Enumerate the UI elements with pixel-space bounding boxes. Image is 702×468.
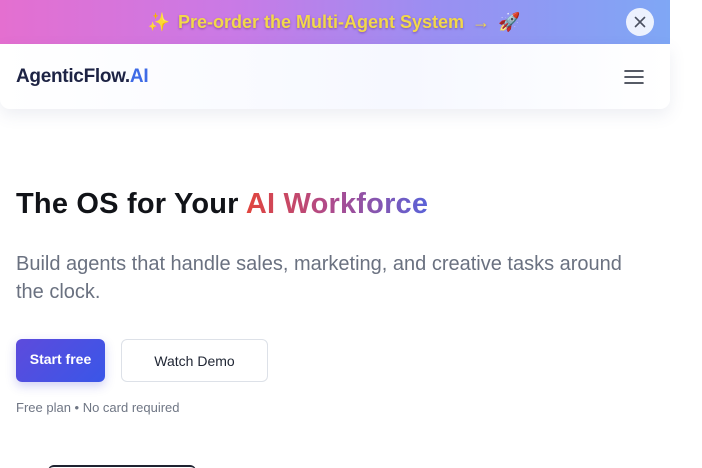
site-header: AgenticFlow. AI (0, 44, 670, 109)
hero-title-gradient: AI Workforce (245, 188, 429, 220)
arrow-right-icon: → (472, 11, 491, 32)
free-plan-note: Free plan • No card required (16, 400, 180, 415)
menu-button[interactable] (622, 65, 646, 89)
hero-subtitle: Build agents that handle sales, marketin… (16, 253, 622, 303)
logo-accent-text: AI (129, 65, 149, 87)
watch-demo-button[interactable]: Watch Demo (121, 339, 268, 382)
hamburger-menu-icon (624, 69, 644, 84)
close-icon (634, 16, 646, 28)
rocket-icon: 🚀 (498, 11, 521, 32)
preorder-banner-link[interactable]: ✨ Pre-order the Multi-Agent System → 🚀 (148, 12, 521, 33)
start-free-button[interactable]: Start free (16, 339, 105, 382)
announcement-banner: ✨ Pre-order the Multi-Agent System → 🚀 (0, 0, 670, 44)
banner-text: Pre-order the Multi-Agent System (177, 11, 465, 32)
logo-main-text: AgenticFlow. (16, 65, 130, 87)
sparkles-icon: ✨ (147, 11, 170, 32)
logo[interactable]: AgenticFlow. AI (16, 65, 149, 88)
landing-page: ✨ Pre-order the Multi-Agent System → 🚀 A… (0, 0, 702, 468)
banner-close-button[interactable] (626, 8, 654, 36)
hero-title: The OS for Your AI Workforce (16, 188, 428, 221)
hero-title-plain: The OS for Your (16, 188, 246, 220)
